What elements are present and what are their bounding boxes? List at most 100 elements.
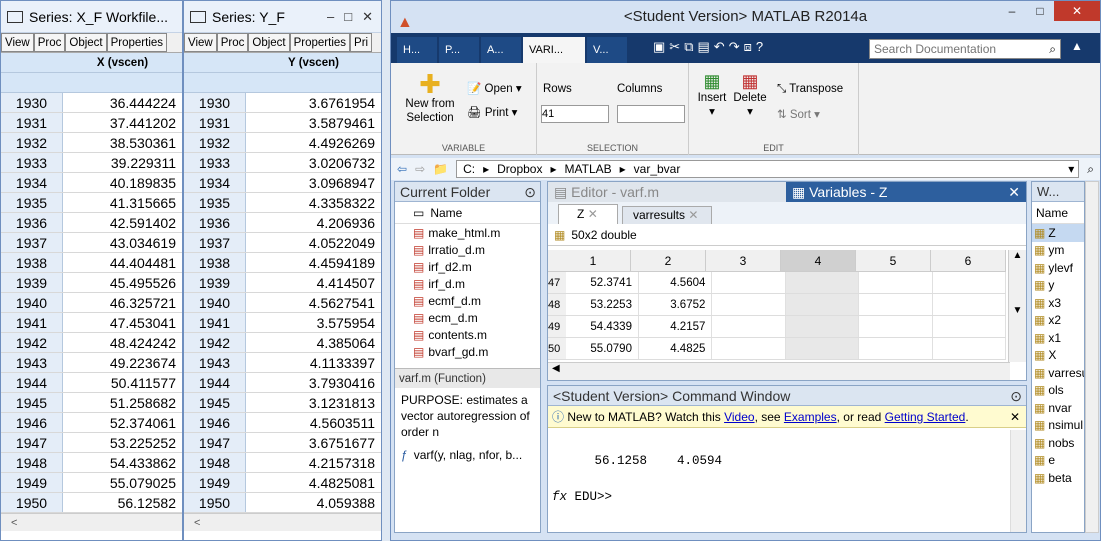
table-row[interactable]: 1946 4.5603511	[184, 413, 381, 433]
cut-icon[interactable]: ✂	[669, 39, 680, 59]
table-row[interactable]: 1948 54.433862	[1, 453, 182, 473]
delete-button[interactable]: ▦ Delete ▾	[733, 71, 767, 118]
table-cell[interactable]	[933, 316, 1007, 337]
value-cell[interactable]: 4.4926269	[246, 133, 381, 152]
horizontal-scrollbar[interactable]: <	[1, 513, 182, 531]
paste-icon[interactable]: ▤	[698, 39, 710, 59]
value-cell[interactable]: 4.1133397	[246, 353, 381, 372]
path-box[interactable]: C: ▸ Dropbox ▸ MATLAB ▸ var_bvar ▾	[456, 160, 1080, 178]
value-cell[interactable]: 45.495526	[63, 273, 182, 292]
collapse-ribbon-icon[interactable]: ▲	[1067, 39, 1087, 59]
up-folder-icon[interactable]: 📁	[433, 162, 448, 176]
print-button[interactable]: Pri	[350, 33, 373, 52]
table-row[interactable]: 1935 4.3358322	[184, 193, 381, 213]
panel-menu-icon[interactable]: ⊙	[524, 182, 540, 201]
proc-button[interactable]: Proc	[33, 33, 66, 52]
value-cell[interactable]: 46.325721	[63, 293, 182, 312]
path-matlab[interactable]: MATLAB	[565, 162, 612, 176]
tab-home[interactable]: H...	[397, 37, 437, 63]
tab-view[interactable]: V...	[587, 37, 627, 63]
value-cell[interactable]: 4.414507	[246, 273, 381, 292]
horizontal-scrollbar[interactable]: <	[184, 513, 381, 531]
column-header[interactable]: 4	[781, 250, 856, 271]
sort-button[interactable]: ⇅ Sort ▾	[777, 107, 820, 121]
close-icon[interactable]: ✕	[1054, 1, 1100, 21]
table-row[interactable]: 1932 4.4926269	[184, 133, 381, 153]
table-cell[interactable]	[859, 294, 933, 315]
variables-tab[interactable]: ▦ Variables - Z ✕	[786, 182, 1026, 202]
matlab-titlebar[interactable]: ▲ <Student Version> MATLAB R2014a – □ ✕	[391, 1, 1100, 33]
table-row[interactable]: 1945 51.258682	[1, 393, 182, 413]
value-cell[interactable]: 4.2157318	[246, 453, 381, 472]
table-row[interactable]: 1949 55.079025	[1, 473, 182, 493]
object-button[interactable]: Object	[248, 33, 290, 52]
table-row[interactable]: 1937 43.034619	[1, 233, 182, 253]
object-button[interactable]: Object	[65, 33, 107, 52]
column-header[interactable]: 3	[706, 250, 781, 271]
table-row[interactable]: 1935 41.315665	[1, 193, 182, 213]
table-cell[interactable]: 3.6752	[639, 294, 713, 315]
properties-button[interactable]: Properties	[106, 33, 168, 52]
transpose-button[interactable]: ⤡ Transpose	[777, 83, 843, 96]
save-icon[interactable]: ▣	[653, 39, 665, 59]
print-button[interactable]: 🖨 Print ▾	[467, 105, 517, 119]
file-item[interactable]: ▤ bvarf_gd.m	[395, 343, 540, 360]
tab-variable[interactable]: VARI...	[523, 37, 585, 63]
value-cell[interactable]: 42.591402	[63, 213, 182, 232]
table-row[interactable]: 1943 49.223674	[1, 353, 182, 373]
table-row[interactable]: 1946 52.374061	[1, 413, 182, 433]
workspace-variable[interactable]: ▦ y	[1032, 277, 1084, 295]
proc-button[interactable]: Proc	[216, 33, 249, 52]
workspace-variable[interactable]: ▦ x3	[1032, 294, 1084, 312]
video-link[interactable]: Video	[724, 410, 754, 424]
workspace-variable[interactable]: ▦ x2	[1032, 312, 1084, 330]
table-row[interactable]: 1944 3.7930416	[184, 373, 381, 393]
table-row[interactable]: 1938 44.404481	[1, 253, 182, 273]
value-cell[interactable]: 3.7930416	[246, 373, 381, 392]
value-cell[interactable]: 3.575954	[246, 313, 381, 332]
value-cell[interactable]: 39.229311	[63, 153, 182, 172]
path-var-bvar[interactable]: var_bvar	[634, 162, 681, 176]
table-cell[interactable]	[933, 272, 1007, 293]
value-cell[interactable]: 3.1231813	[246, 393, 381, 412]
table-row[interactable]: 1945 3.1231813	[184, 393, 381, 413]
close-banner-icon[interactable]: ✕	[1010, 406, 1020, 428]
table-row[interactable]: 1930 36.444224	[1, 93, 182, 113]
value-cell[interactable]: 4.4594189	[246, 253, 381, 272]
table-row[interactable]: 1949 4.4825081	[184, 473, 381, 493]
table-row[interactable]: 1941 3.575954	[184, 313, 381, 333]
rows-input[interactable]	[541, 105, 609, 123]
value-cell[interactable]: 4.206936	[246, 213, 381, 232]
value-cell[interactable]: 4.5603511	[246, 413, 381, 432]
value-cell[interactable]: 55.079025	[63, 473, 182, 492]
value-cell[interactable]: 4.3358322	[246, 193, 381, 212]
workspace-variable[interactable]: ▦varresu	[1032, 364, 1084, 382]
file-item[interactable]: ▤ irf_d2.m	[395, 258, 540, 275]
tab-apps[interactable]: A...	[481, 37, 521, 63]
file-item[interactable]: ▤ lrratio_d.m	[395, 241, 540, 258]
workspace-name-header[interactable]: Name	[1032, 202, 1084, 224]
column-header[interactable]: 1	[556, 250, 631, 271]
table-row[interactable]: 1932 38.530361	[1, 133, 182, 153]
search-folder-icon[interactable]: ⌕	[1087, 162, 1100, 177]
table-row[interactable]: 1948 4.2157318	[184, 453, 381, 473]
table-row[interactable]: 1947 53.225252	[1, 433, 182, 453]
file-item[interactable]: ▤ ecmf_d.m	[395, 292, 540, 309]
table-row[interactable]: 1940 46.325721	[1, 293, 182, 313]
value-cell[interactable]: 40.189835	[63, 173, 182, 192]
view-button[interactable]: View	[184, 33, 217, 52]
tab-varresults[interactable]: varresults ✕	[622, 206, 712, 224]
maximize-icon[interactable]: □	[344, 9, 352, 25]
value-cell[interactable]: 3.6761954	[246, 93, 381, 112]
table-cell[interactable]	[859, 338, 933, 359]
minimize-icon[interactable]: –	[327, 9, 334, 25]
column-header[interactable]: 2	[631, 250, 706, 271]
undo-icon[interactable]: ↶	[714, 39, 725, 59]
value-cell[interactable]: 38.530361	[63, 133, 182, 152]
table-cell[interactable]	[933, 338, 1007, 359]
workspace-variable[interactable]: ▦ nvar	[1032, 399, 1084, 417]
tab-plots[interactable]: P...	[439, 37, 479, 63]
table-row[interactable]: 1939 4.414507	[184, 273, 381, 293]
properties-button[interactable]: Properties	[289, 33, 351, 52]
vertical-scrollbar[interactable]	[1010, 430, 1026, 532]
